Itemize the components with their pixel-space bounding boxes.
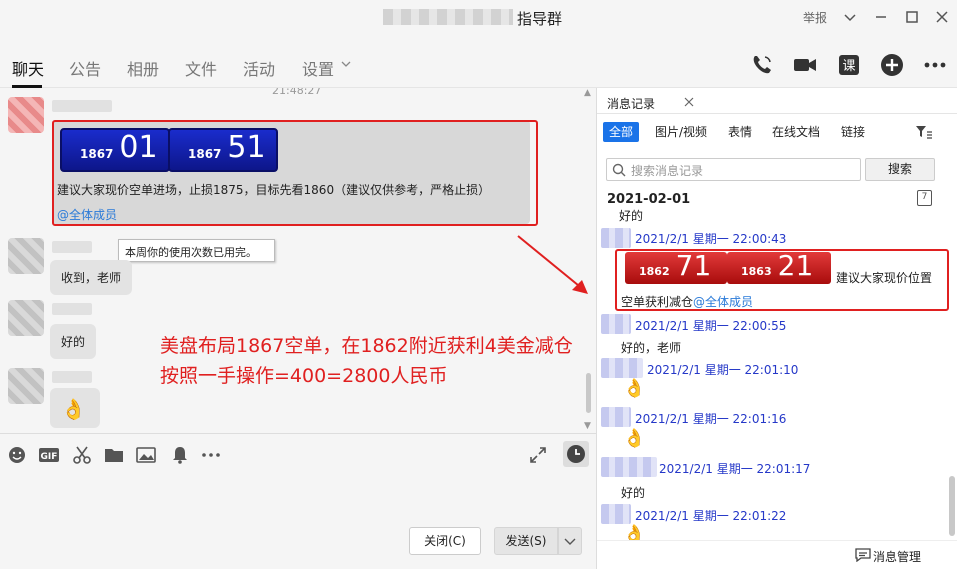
bell-icon[interactable] — [170, 445, 190, 465]
window-title: 指导群 — [517, 10, 563, 28]
filter-stickers[interactable]: 表情 — [722, 122, 758, 142]
more-tools-icon[interactable] — [200, 445, 220, 465]
scissors-icon[interactable] — [72, 445, 92, 465]
expand-icon[interactable] — [528, 445, 548, 465]
message-timestamp: 2021/2/1 星期一 22:01:17 — [659, 462, 811, 476]
annotation-line-1: 美盘布局1867空单，在1862附近获利4美金减仓 — [160, 335, 573, 357]
image-icon[interactable] — [136, 445, 156, 465]
avatar[interactable] — [8, 300, 44, 336]
ok-hand-icon: 👌 — [61, 397, 86, 421]
message-manage-icon[interactable] — [855, 548, 871, 562]
divider — [597, 113, 957, 114]
app-window: 指导群 举报 聊天 公告 相册 文件 活动 设置 课 21:48:27 ▲ 18… — [0, 0, 957, 569]
sender-name — [601, 358, 643, 378]
message-manage-button[interactable]: 消息管理 — [873, 548, 921, 565]
message-timestamp: 2021/2/1 星期一 22:01:22 — [635, 509, 787, 523]
add-icon[interactable] — [879, 52, 905, 78]
message-text: 好的 — [621, 486, 646, 500]
chat-scrollbar[interactable] — [586, 373, 591, 413]
ok-hand-icon: 👌 — [623, 428, 646, 449]
tab-files[interactable]: 文件 — [185, 56, 217, 80]
message-text: 好的 — [619, 209, 644, 223]
message-time: 21:48:27 — [272, 88, 322, 97]
sender-name — [52, 303, 92, 315]
svg-text:GIF: GIF — [41, 452, 58, 462]
avatar[interactable] — [8, 238, 44, 274]
tab-settings[interactable]: 设置 — [302, 56, 334, 80]
phone-icon[interactable] — [749, 52, 775, 78]
sender-name — [52, 241, 92, 253]
date-header: 2021-02-01 — [607, 192, 691, 207]
maximize-icon[interactable] — [902, 7, 922, 27]
ok-hand-icon: 👌 — [623, 378, 646, 399]
tab-activity[interactable]: 活动 — [243, 56, 275, 80]
sender-name — [601, 407, 631, 427]
scroll-up-icon[interactable]: ▲ — [584, 88, 591, 98]
svg-text:课: 课 — [842, 59, 855, 74]
nav-bar: 聊天 公告 相册 文件 活动 设置 课 — [0, 36, 957, 88]
message-timestamp: 2021/2/1 星期一 22:01:10 — [647, 363, 799, 377]
sender-name — [601, 228, 631, 248]
close-button[interactable]: 关闭(C) — [409, 527, 481, 555]
history-panel: 消息记录 全部 图片/视频 表情 在线文档 链接 搜索消息记录 搜索 2021-… — [597, 88, 957, 569]
search-icon — [612, 163, 626, 177]
clock-icon[interactable] — [563, 441, 589, 467]
filter-all[interactable]: 全部 — [603, 122, 640, 142]
sender-name — [52, 100, 112, 112]
scroll-down-icon[interactable]: ▼ — [584, 421, 591, 431]
chevron-down-icon[interactable] — [340, 58, 352, 70]
calendar-icon[interactable]: 7 — [917, 190, 932, 206]
report-button[interactable]: 举报 — [803, 9, 827, 26]
tab-message-history[interactable]: 消息记录 — [607, 95, 655, 112]
sender-name — [52, 371, 92, 383]
sender-name — [601, 504, 631, 524]
filter-settings-icon[interactable] — [915, 124, 933, 140]
message-text: 好的，老师 — [621, 341, 682, 355]
usage-tooltip: 本周你的使用次数已用完。 — [118, 239, 275, 262]
tab-album[interactable]: 相册 — [127, 56, 159, 80]
avatar[interactable] — [8, 97, 44, 133]
more-icon[interactable] — [922, 52, 948, 78]
history-scrollbar[interactable] — [949, 476, 955, 536]
close-icon[interactable] — [932, 7, 952, 27]
video-call-icon[interactable] — [792, 52, 818, 78]
title-bar: 指导群 举报 — [0, 0, 957, 36]
sender-name — [601, 314, 631, 334]
send-button[interactable]: 发送(S) — [494, 527, 558, 555]
filter-links[interactable]: 链接 — [835, 122, 871, 142]
tab-chat[interactable]: 聊天 — [12, 56, 44, 80]
tab-announcement[interactable]: 公告 — [69, 56, 101, 80]
folder-icon[interactable] — [104, 445, 124, 465]
filter-docs[interactable]: 在线文档 — [766, 122, 826, 142]
message-timestamp: 2021/2/1 星期一 22:00:43 — [635, 232, 787, 246]
blurred-group-name — [383, 9, 513, 25]
highlight-box — [52, 120, 538, 226]
message-timestamp: 2021/2/1 星期一 22:00:55 — [635, 319, 787, 333]
sender-name — [601, 457, 657, 477]
emoji-icon[interactable] — [7, 445, 27, 465]
send-options-dropdown[interactable] — [558, 527, 582, 555]
close-icon[interactable] — [683, 93, 695, 108]
message-bubble[interactable]: 收到，老师 — [50, 260, 133, 295]
avatar[interactable] — [8, 368, 44, 404]
input-area: GIF 关闭(C) 发送(S) — [0, 433, 597, 569]
chat-area: 21:48:27 ▲ 1867 01 1867 51 建议大家现价空单进场，止损… — [0, 88, 597, 433]
message-bubble[interactable]: 👌 — [50, 388, 100, 428]
highlight-box — [615, 249, 949, 311]
search-input[interactable]: 搜索消息记录 — [606, 158, 861, 181]
filter-media[interactable]: 图片/视频 — [649, 122, 713, 142]
chevron-down-icon[interactable] — [840, 7, 860, 27]
classroom-icon[interactable]: 课 — [836, 52, 862, 78]
minimize-icon[interactable] — [871, 7, 891, 27]
arrow-icon — [517, 235, 588, 294]
message-bubble[interactable]: 好的 — [50, 324, 97, 359]
annotation-line-2: 按照一手操作=400=2800人民币 — [160, 365, 448, 387]
message-timestamp: 2021/2/1 星期一 22:01:16 — [635, 412, 787, 426]
search-button[interactable]: 搜索 — [865, 158, 935, 181]
gif-icon[interactable]: GIF — [38, 445, 59, 465]
